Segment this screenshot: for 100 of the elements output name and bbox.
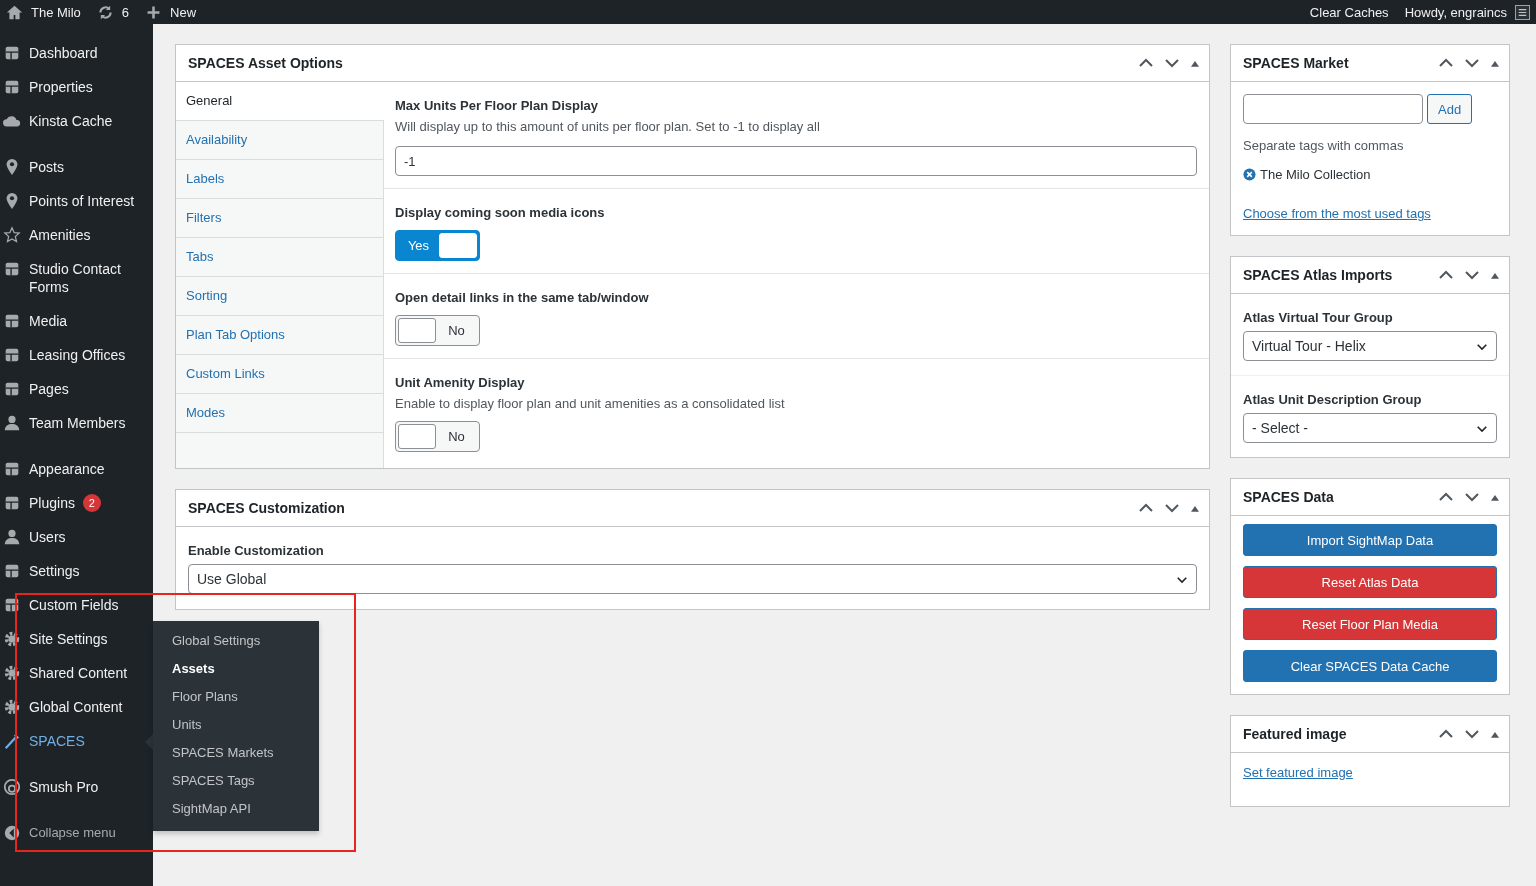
field-label: Atlas Virtual Tour Group	[1243, 310, 1394, 325]
panel-title: Featured image	[1243, 726, 1347, 742]
toggle-switch[interactable]: No	[395, 315, 480, 346]
action-button[interactable]: Reset Floor Plan Media	[1243, 608, 1497, 640]
settings-tab[interactable]: Filters	[176, 199, 383, 238]
menu-item[interactable]: Posts	[0, 150, 153, 184]
toggle-switch[interactable]: No	[395, 421, 480, 452]
collapse-triangle-icon[interactable]	[1491, 493, 1499, 501]
settings-tab[interactable]: General	[176, 82, 384, 121]
collapse-menu-button[interactable]: Collapse menu	[0, 816, 153, 850]
menu-item[interactable]: Custom Fields	[0, 588, 153, 622]
submenu-item[interactable]: Global Settings	[153, 627, 319, 655]
set-featured-image-link[interactable]: Set featured image	[1243, 765, 1353, 780]
move-up-icon[interactable]	[1439, 729, 1453, 739]
tag-label: The Milo Collection	[1260, 167, 1371, 182]
collapse-triangle-icon[interactable]	[1491, 730, 1499, 738]
move-down-icon[interactable]	[1165, 58, 1179, 68]
home-icon[interactable]	[6, 3, 23, 21]
move-down-icon[interactable]	[1465, 58, 1479, 68]
move-down-icon[interactable]	[1165, 503, 1179, 513]
move-up-icon[interactable]	[1139, 58, 1153, 68]
panel-title: SPACES Customization	[188, 500, 345, 516]
avatar-icon[interactable]	[1515, 4, 1530, 20]
menu-item[interactable]: Amenities	[0, 218, 153, 252]
move-down-icon[interactable]	[1465, 492, 1479, 502]
action-button[interactable]: Import SightMap Data	[1243, 524, 1497, 556]
chevron-down-icon	[1476, 423, 1488, 433]
person-icon	[3, 528, 21, 546]
updates-count[interactable]: 6	[121, 4, 130, 20]
menu-item[interactable]: Leasing Offices	[0, 338, 153, 372]
settings-tab[interactable]: Modes	[176, 394, 383, 433]
select-dropdown[interactable]: - Select -	[1243, 413, 1497, 443]
settings-tab[interactable]: Availability	[176, 121, 383, 160]
menu-item[interactable]: Plugins 2	[0, 486, 153, 520]
submenu-item[interactable]: SPACES Tags	[153, 767, 319, 795]
move-down-icon[interactable]	[1465, 729, 1479, 739]
menu-item[interactable]: Appearance	[0, 452, 153, 486]
settings-tab[interactable]: Tabs	[176, 238, 383, 277]
field-label: Open detail links in the same tab/window	[395, 290, 650, 305]
star-icon	[3, 226, 21, 244]
text-input[interactable]: -1	[395, 146, 1197, 176]
wand-icon	[3, 732, 21, 750]
panel-title: SPACES Atlas Imports	[1243, 267, 1393, 283]
gear-icon	[3, 630, 21, 648]
new-link[interactable]: New	[170, 4, 197, 20]
add-button[interactable]: Add	[1427, 94, 1473, 124]
menu-item[interactable]: Settings	[0, 554, 153, 588]
toggle-switch[interactable]: Yes	[395, 230, 480, 261]
select-dropdown[interactable]: Use Global	[188, 564, 1197, 594]
menu-item[interactable]: Site Settings	[0, 622, 153, 656]
field-label: Atlas Unit Description Group	[1243, 392, 1423, 407]
menu-item[interactable]: Global Content	[0, 690, 153, 724]
move-down-icon[interactable]	[1465, 270, 1479, 280]
gear-icon	[3, 698, 21, 716]
action-button[interactable]: Reset Atlas Data	[1243, 566, 1497, 598]
menu-item[interactable]: Media	[0, 304, 153, 338]
move-up-icon[interactable]	[1439, 270, 1453, 280]
menu-item[interactable]: Pages	[0, 372, 153, 406]
submenu-item[interactable]: SPACES Markets	[153, 739, 319, 767]
collapse-triangle-icon[interactable]	[1191, 59, 1199, 67]
settings-tab[interactable]: Custom Links	[176, 355, 383, 394]
menu-item[interactable]: Kinsta Cache	[0, 104, 153, 138]
chevron-down-icon	[1476, 341, 1488, 351]
settings-tab[interactable]: Sorting	[176, 277, 383, 316]
settings-tab[interactable]: Labels	[176, 160, 383, 199]
move-up-icon[interactable]	[1139, 503, 1153, 513]
menu-item[interactable]: Dashboard	[0, 36, 153, 70]
menu-item[interactable]: Shared Content	[0, 656, 153, 690]
action-button[interactable]: Clear SPACES Data Cache	[1243, 650, 1497, 682]
move-up-icon[interactable]	[1439, 492, 1453, 502]
tag-input[interactable]	[1243, 94, 1423, 124]
menu-item[interactable]: Properties	[0, 70, 153, 104]
submenu-item[interactable]: SightMap API	[153, 795, 319, 823]
menu-item[interactable]: Team Members	[0, 406, 153, 440]
left-arrow-circle-icon	[3, 824, 21, 842]
site-name-link[interactable]: The Milo	[31, 4, 81, 20]
field-label: Display coming soon media icons	[395, 205, 606, 220]
menu-item[interactable]: Smush Pro	[0, 770, 153, 804]
clear-caches-link[interactable]: Clear Caches	[1309, 4, 1389, 20]
collapse-triangle-icon[interactable]	[1491, 271, 1499, 279]
select-dropdown[interactable]: Virtual Tour - Helix	[1243, 331, 1497, 361]
hint-text: Separate tags with commas	[1243, 138, 1405, 153]
menu-item[interactable]: Studio Contact Forms	[0, 252, 153, 304]
most-used-tags-link[interactable]: Choose from the most used tags	[1243, 206, 1431, 221]
submenu-item[interactable]: Floor Plans	[153, 683, 319, 711]
panel-title: SPACES Market	[1243, 55, 1349, 71]
field-label: Enable Customization	[188, 543, 325, 558]
menu-item[interactable]: Points of Interest	[0, 184, 153, 218]
move-up-icon[interactable]	[1439, 58, 1453, 68]
collapse-triangle-icon[interactable]	[1191, 504, 1199, 512]
menu-item[interactable]: Users	[0, 520, 153, 554]
field-label: Unit Amenity Display	[395, 375, 526, 390]
field-label: Max Units Per Floor Plan Display	[395, 98, 599, 113]
remove-tag-icon[interactable]	[1243, 168, 1256, 181]
settings-tab[interactable]: Plan Tab Options	[176, 316, 383, 355]
collapse-triangle-icon[interactable]	[1491, 59, 1499, 67]
refresh-icon[interactable]	[96, 3, 114, 21]
greeting-link[interactable]: Howdy, engraincs	[1404, 4, 1507, 20]
submenu-item[interactable]: Units	[153, 711, 319, 739]
submenu-item[interactable]: Assets	[153, 655, 319, 683]
